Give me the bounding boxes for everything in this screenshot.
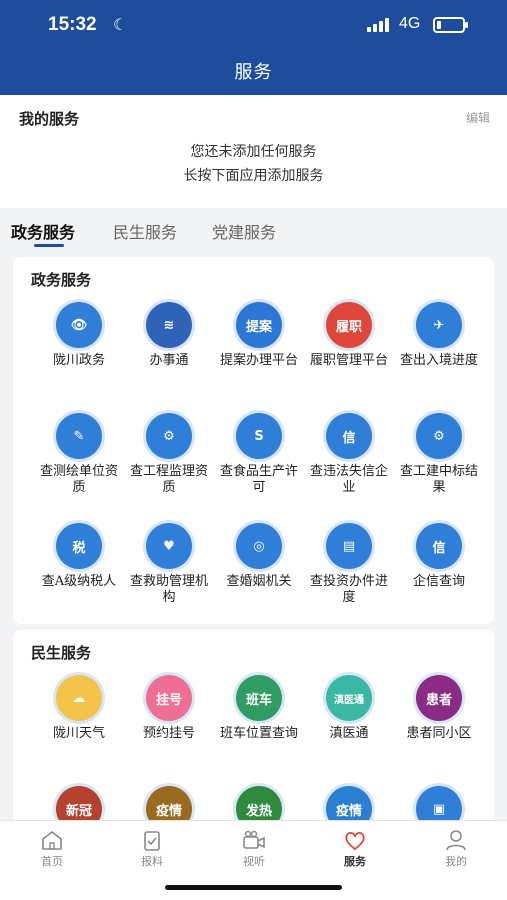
heart-icon: [343, 829, 367, 851]
gov-item-label: 查婚姻机关: [226, 574, 292, 589]
gov-item[interactable]: ≋ 办事通: [121, 302, 217, 369]
gov-item-label: 提案办理平台: [219, 353, 298, 368]
nav-label: 报料: [141, 855, 163, 868]
gov-item[interactable]: 信查违法失信企业: [301, 413, 397, 496]
gov-item-label: 陇川政务: [52, 353, 105, 368]
service-tabs: 政务服务 民生服务 党建服务: [0, 213, 507, 253]
chevron-logo-icon: ≋: [146, 302, 192, 348]
page-title: 服务: [234, 62, 273, 83]
network-label: 4G: [399, 15, 421, 32]
gov-item-label: 查违法失信企业: [309, 464, 388, 495]
my-services-title: 我的服务: [19, 110, 80, 128]
my-services-panel: 我的服务 编辑 您还未添加任何服务 长按下面应用添加服务: [0, 95, 507, 208]
proposal-icon: 提案: [236, 302, 282, 348]
nav-label: 视听: [243, 855, 265, 868]
gov-item[interactable]: ✎ 查测绘单位资质: [31, 413, 127, 496]
gov-item[interactable]: ◎ 查婚姻机关: [211, 523, 307, 590]
life-item-label: 预约挂号: [142, 726, 195, 741]
gov-item-label: 查出入境进度: [399, 353, 478, 368]
header: 15:32 ☾ 4G 服务: [0, 0, 507, 95]
tab-gov-services[interactable]: 政务服务: [11, 219, 75, 243]
gov-item[interactable]: 信企信查询: [391, 523, 487, 590]
video-camera-icon: [242, 829, 266, 851]
shuttle-bus-icon: 班车: [236, 675, 282, 721]
moon-icon: ☾: [113, 15, 128, 34]
nav-item-4[interactable]: 我的: [421, 829, 491, 869]
gov-item-label: 查工程监理资质: [129, 464, 208, 495]
rings-icon: ◎: [236, 523, 282, 569]
tab-party-services[interactable]: 党建服务: [212, 219, 276, 243]
edit-button[interactable]: 编辑: [466, 109, 490, 126]
life-item-label: 滇医通: [329, 726, 369, 741]
gov-item[interactable]: ▤ 查投资办件进度: [301, 523, 397, 606]
enterprise-credit-icon: 信: [416, 523, 462, 569]
food-license-icon: S: [236, 413, 282, 459]
patient-community-icon: 患者: [416, 675, 462, 721]
gov-item-label: 办事通: [149, 353, 189, 368]
dian-yi-tong-icon: 滇医通: [326, 675, 372, 721]
gov-services-card: 政务服务 👁 陇川政务 ≋ 办事通 提案 提案办理平台 履职 履职管理平台 ✈ 查出入境进度 ✎ 查测…: [13, 257, 494, 624]
tab-underline: [34, 244, 64, 247]
airplane-icon: ✈: [416, 302, 462, 348]
signal-icon: [367, 18, 391, 32]
user-icon: [444, 829, 468, 851]
life-item-label: 班车位置查询: [219, 726, 298, 741]
gov-item[interactable]: ⚙ 查工建中标结果: [391, 413, 487, 496]
nav-item-1[interactable]: 报料: [117, 829, 187, 869]
heart-hands-icon: ♥: [146, 523, 192, 569]
construction-gear-icon: ⚙: [416, 413, 462, 459]
life-item-label: 陇川天气: [52, 726, 105, 741]
gov-item[interactable]: ⚙ 查工程监理资质: [121, 413, 217, 496]
life-services-title: 民生服务: [31, 644, 92, 662]
weather-cloud-icon: ☁: [56, 675, 102, 721]
life-services-card: 民生服务 ☁ 陇川天气 挂号 预约挂号 班车 班车位置查询 滇医通 滇医通 患者 患者同小区 新冠疫…: [13, 630, 494, 832]
investment-chart-icon: ▤: [326, 523, 372, 569]
gov-item-label: 查投资办件进度: [309, 574, 388, 605]
gear-icon: ⚙: [146, 413, 192, 459]
life-item[interactable]: 班车 班车位置查询: [211, 675, 307, 742]
gov-item-label: 查救助管理机构: [129, 574, 208, 605]
gov-item-label: 查测绘单位资质: [39, 464, 118, 495]
duty-icon: 履职: [326, 302, 372, 348]
home-icon: [40, 829, 64, 851]
life-item[interactable]: ☁ 陇川天气: [31, 675, 127, 742]
gov-item[interactable]: 税查A级纳税人: [31, 523, 127, 590]
status-time: 15:32: [48, 14, 97, 35]
gov-item[interactable]: 👁 陇川政务: [31, 302, 127, 369]
credit-shield-icon: 信: [326, 413, 372, 459]
gov-item-label: 查工建中标结果: [399, 464, 478, 495]
gov-item[interactable]: ♥ 查救助管理机构: [121, 523, 217, 606]
eye-icon: 👁: [56, 302, 102, 348]
nav-item-0[interactable]: 首页: [17, 829, 87, 869]
gov-item-label: 查食品生产许可: [219, 464, 298, 495]
home-indicator: [165, 885, 342, 890]
registration-icon: 挂号: [146, 675, 192, 721]
life-item-label: 患者同小区: [406, 726, 472, 741]
clipboard-icon: [140, 829, 164, 851]
tab-life-services[interactable]: 民生服务: [113, 219, 177, 243]
gov-item[interactable]: ✈ 查出入境进度: [391, 302, 487, 369]
gov-item-label: 企信查询: [412, 574, 465, 589]
gov-item[interactable]: 履职 履职管理平台: [301, 302, 397, 369]
status-bar: 15:32 ☾ 4G: [0, 0, 507, 52]
gov-item-label: 履职管理平台: [309, 353, 388, 368]
life-item[interactable]: 患者 患者同小区: [391, 675, 487, 742]
nav-label: 首页: [41, 855, 63, 868]
ruler-icon: ✎: [56, 413, 102, 459]
nav-item-3[interactable]: 服务: [320, 829, 390, 869]
gov-services-title: 政务服务: [31, 271, 92, 289]
gov-item-label: 查A级纳税人: [41, 574, 117, 589]
empty-message-line1: 您还未添加任何服务: [190, 144, 317, 160]
nav-item-2[interactable]: 视听: [219, 829, 289, 869]
nav-label: 我的: [445, 855, 467, 868]
tax-icon: 税: [56, 523, 102, 569]
nav-label: 服务: [344, 855, 366, 868]
empty-message-line2: 长按下面应用添加服务: [183, 168, 324, 184]
life-item[interactable]: 挂号 预约挂号: [121, 675, 217, 742]
life-item[interactable]: 滇医通 滇医通: [301, 675, 397, 742]
gov-item[interactable]: 提案 提案办理平台: [211, 302, 307, 369]
gov-item[interactable]: S 查食品生产许可: [211, 413, 307, 496]
battery-icon: [433, 17, 468, 33]
